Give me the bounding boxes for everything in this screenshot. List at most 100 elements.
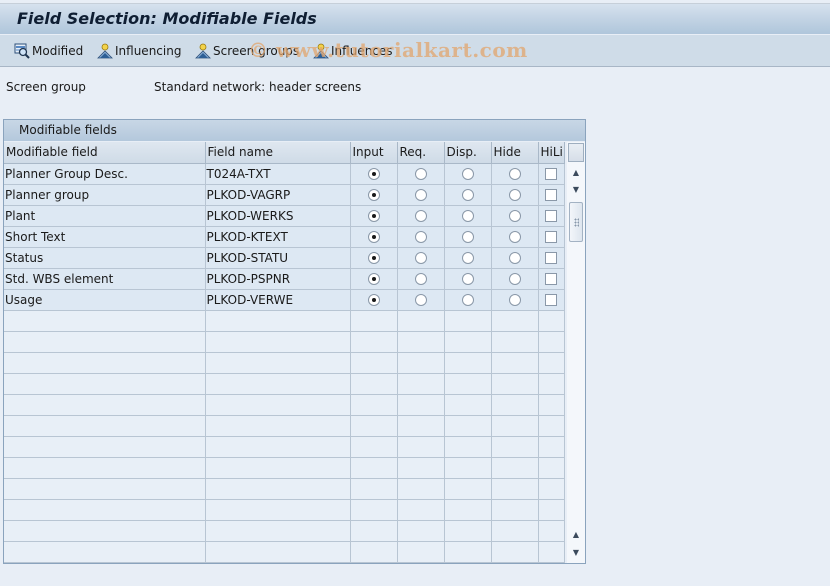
empty-cell[interactable]: [491, 310, 539, 332]
radio-disp[interactable]: [461, 189, 474, 201]
empty-cell[interactable]: [350, 478, 398, 500]
empty-cell[interactable]: [205, 373, 351, 395]
hili-checkbox[interactable]: [545, 252, 557, 264]
radio-req[interactable]: [414, 189, 427, 201]
radio-req[interactable]: [414, 210, 427, 222]
empty-cell[interactable]: [350, 310, 398, 332]
empty-cell[interactable]: [538, 331, 565, 353]
empty-cell[interactable]: [205, 352, 351, 374]
empty-cell[interactable]: [350, 415, 398, 437]
empty-cell[interactable]: [538, 352, 565, 374]
influences-button[interactable]: Influences: [313, 43, 393, 59]
empty-cell[interactable]: [205, 331, 351, 353]
hili-checkbox[interactable]: [545, 273, 557, 285]
radio-req[interactable]: [414, 273, 427, 285]
empty-cell[interactable]: [491, 394, 539, 416]
empty-cell[interactable]: [444, 436, 492, 458]
radio-hide[interactable]: [508, 189, 521, 201]
empty-cell[interactable]: [350, 331, 398, 353]
empty-cell[interactable]: [491, 499, 539, 521]
column-header-req[interactable]: Req.: [397, 142, 445, 164]
empty-cell[interactable]: [350, 373, 398, 395]
empty-cell[interactable]: [397, 352, 445, 374]
radio-hide[interactable]: [508, 252, 521, 264]
empty-cell[interactable]: [491, 457, 539, 479]
scroll-page-up-arrow-icon[interactable]: ▲: [569, 527, 583, 541]
empty-cell[interactable]: [397, 331, 445, 353]
screen-groups-button[interactable]: Screen groups: [195, 43, 299, 59]
empty-cell[interactable]: [4, 541, 206, 563]
column-header-modifiable-field[interactable]: Modifiable field: [4, 142, 206, 164]
radio-disp[interactable]: [461, 294, 474, 306]
radio-hide[interactable]: [508, 294, 521, 306]
radio-req[interactable]: [414, 252, 427, 264]
empty-cell[interactable]: [350, 352, 398, 374]
empty-cell[interactable]: [397, 394, 445, 416]
empty-cell[interactable]: [205, 541, 351, 563]
empty-cell[interactable]: [491, 352, 539, 374]
empty-cell[interactable]: [397, 520, 445, 542]
empty-cell[interactable]: [205, 520, 351, 542]
scroll-page-down-arrow-icon[interactable]: ▼: [569, 545, 583, 559]
empty-cell[interactable]: [4, 373, 206, 395]
radio-input[interactable]: [367, 231, 380, 243]
empty-cell[interactable]: [491, 436, 539, 458]
empty-cell[interactable]: [350, 436, 398, 458]
hili-checkbox[interactable]: [545, 168, 557, 180]
hili-checkbox[interactable]: [545, 294, 557, 306]
empty-cell[interactable]: [350, 394, 398, 416]
empty-cell[interactable]: [397, 541, 445, 563]
empty-cell[interactable]: [444, 352, 492, 374]
empty-cell[interactable]: [350, 457, 398, 479]
column-header-input[interactable]: Input: [350, 142, 398, 164]
radio-input[interactable]: [367, 189, 380, 201]
empty-cell[interactable]: [4, 478, 206, 500]
modified-button[interactable]: Modified: [14, 43, 83, 59]
radio-hide[interactable]: [508, 273, 521, 285]
empty-cell[interactable]: [397, 415, 445, 437]
radio-disp[interactable]: [461, 273, 474, 285]
empty-cell[interactable]: [444, 373, 492, 395]
empty-cell[interactable]: [538, 394, 565, 416]
empty-cell[interactable]: [397, 478, 445, 500]
empty-cell[interactable]: [4, 331, 206, 353]
empty-cell[interactable]: [444, 415, 492, 437]
empty-cell[interactable]: [4, 352, 206, 374]
empty-cell[interactable]: [491, 541, 539, 563]
empty-cell[interactable]: [205, 415, 351, 437]
radio-input[interactable]: [367, 210, 380, 222]
radio-req[interactable]: [414, 231, 427, 243]
empty-cell[interactable]: [444, 310, 492, 332]
scroll-down-arrow-icon[interactable]: ▼: [569, 182, 583, 196]
hili-checkbox[interactable]: [545, 231, 557, 243]
empty-cell[interactable]: [538, 541, 565, 563]
empty-cell[interactable]: [538, 310, 565, 332]
radio-req[interactable]: [414, 294, 427, 306]
empty-cell[interactable]: [444, 499, 492, 521]
empty-cell[interactable]: [538, 478, 565, 500]
empty-cell[interactable]: [444, 331, 492, 353]
column-header-field-name[interactable]: Field name: [205, 142, 351, 164]
empty-cell[interactable]: [538, 415, 565, 437]
radio-req[interactable]: [414, 168, 427, 180]
radio-disp[interactable]: [461, 231, 474, 243]
empty-cell[interactable]: [4, 436, 206, 458]
empty-cell[interactable]: [444, 457, 492, 479]
empty-cell[interactable]: [397, 436, 445, 458]
empty-cell[interactable]: [4, 394, 206, 416]
column-header-hili[interactable]: HiLi: [538, 142, 565, 164]
radio-input[interactable]: [367, 168, 380, 180]
radio-disp[interactable]: [461, 210, 474, 222]
empty-cell[interactable]: [397, 310, 445, 332]
empty-cell[interactable]: [4, 415, 206, 437]
empty-cell[interactable]: [491, 331, 539, 353]
empty-cell[interactable]: [350, 499, 398, 521]
empty-cell[interactable]: [350, 520, 398, 542]
column-header-hide[interactable]: Hide: [491, 142, 539, 164]
empty-cell[interactable]: [444, 478, 492, 500]
empty-cell[interactable]: [538, 373, 565, 395]
empty-cell[interactable]: [205, 478, 351, 500]
empty-cell[interactable]: [491, 373, 539, 395]
empty-cell[interactable]: [205, 436, 351, 458]
empty-cell[interactable]: [397, 499, 445, 521]
